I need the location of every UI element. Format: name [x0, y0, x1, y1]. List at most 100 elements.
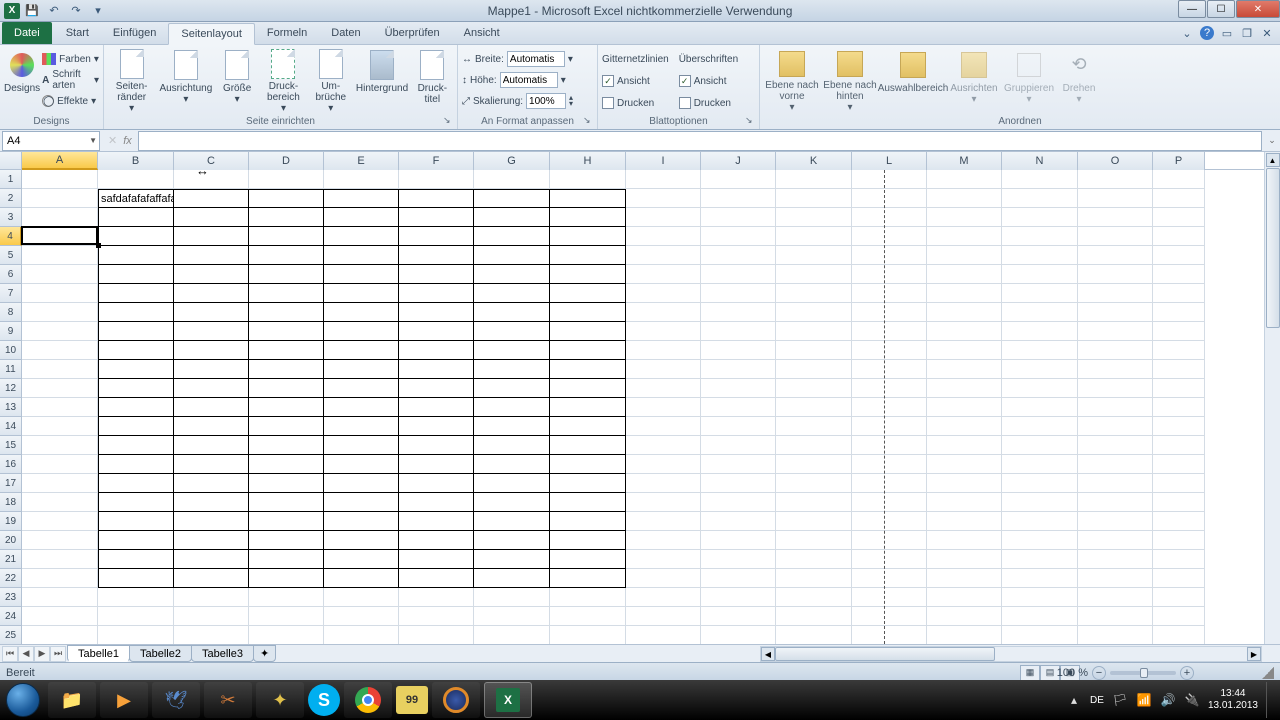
row-header-17[interactable]: 17	[0, 474, 22, 493]
clock[interactable]: 13:44 13.01.2013	[1208, 688, 1258, 712]
col-header-D[interactable]: D	[249, 152, 324, 170]
hoehe-input[interactable]	[500, 72, 558, 88]
new-sheet-button[interactable]: ✦	[253, 645, 276, 662]
chrome-taskbar-icon[interactable]	[344, 682, 392, 718]
row-header-19[interactable]: 19	[0, 512, 22, 531]
ueber-drucken-checkbox[interactable]	[679, 97, 691, 109]
cell-B2[interactable]: safdafafafaffafafa	[98, 189, 174, 208]
sheet-nav-prev[interactable]: ◀	[18, 646, 34, 662]
col-header-A[interactable]: A	[22, 152, 98, 170]
sheet-nav-next[interactable]: ▶	[34, 646, 50, 662]
start-button[interactable]	[0, 680, 46, 720]
effekte-button[interactable]: ◯Effekte ▾	[42, 91, 99, 111]
name-box[interactable]: A4▼	[2, 131, 100, 151]
skype-taskbar-icon[interactable]: S	[308, 684, 340, 716]
skalierung-input[interactable]	[526, 93, 566, 109]
hscroll-right[interactable]: ▶	[1247, 647, 1261, 661]
row-header-3[interactable]: 3	[0, 208, 22, 227]
minimize-ribbon-icon[interactable]: ⌄	[1180, 26, 1194, 40]
col-header-N[interactable]: N	[1002, 152, 1078, 170]
row-header-2[interactable]: 2	[0, 189, 22, 208]
groesse-button[interactable]: Größe▾	[216, 47, 257, 113]
row-header-23[interactable]: 23	[0, 588, 22, 607]
row-header-25[interactable]: 25	[0, 626, 22, 644]
col-header-P[interactable]: P	[1153, 152, 1205, 170]
auswahlbereich-button[interactable]: Auswahlbereich	[880, 47, 946, 113]
maximize-button[interactable]: ☐	[1207, 0, 1235, 18]
col-header-J[interactable]: J	[701, 152, 776, 170]
tray-expand-icon[interactable]: ▴	[1066, 692, 1082, 708]
row-header-5[interactable]: 5	[0, 246, 22, 265]
breite-input[interactable]	[507, 51, 565, 67]
help-icon[interactable]: ?	[1200, 26, 1214, 40]
col-header-G[interactable]: G	[474, 152, 550, 170]
explorer-taskbar-icon[interactable]: 📁	[48, 682, 96, 718]
minimize-button[interactable]: —	[1178, 0, 1206, 18]
row-header-24[interactable]: 24	[0, 607, 22, 626]
seitenraender-button[interactable]: Seiten- ränder▾	[108, 47, 155, 113]
vscroll-thumb[interactable]	[1266, 168, 1280, 328]
vertical-scrollbar[interactable]: ▲ ▼	[1264, 152, 1280, 662]
power-icon[interactable]: 🔌	[1184, 692, 1200, 708]
fill-handle[interactable]	[96, 243, 101, 248]
sheet-nav-last[interactable]: ⏭	[50, 646, 66, 662]
undo-icon[interactable]: ↶	[44, 2, 64, 20]
worksheet-grid[interactable]: ABCDEFGHIJKLMNOP 12safdafafafaffafafa345…	[0, 152, 1280, 644]
select-all-corner[interactable]	[0, 152, 22, 169]
col-header-E[interactable]: E	[324, 152, 399, 170]
qat-customize-icon[interactable]: ▾	[88, 2, 108, 20]
col-header-O[interactable]: O	[1078, 152, 1153, 170]
col-header-M[interactable]: M	[927, 152, 1002, 170]
row-header-11[interactable]: 11	[0, 360, 22, 379]
sheet-nav-first[interactable]: ⏮	[2, 646, 18, 662]
row-header-20[interactable]: 20	[0, 531, 22, 550]
col-header-C[interactable]: C	[174, 152, 249, 170]
fx-icon[interactable]: fx	[123, 135, 132, 147]
volume-icon[interactable]: 🔊	[1160, 692, 1176, 708]
dialog-launcher-format[interactable]: ↘	[583, 115, 595, 127]
excel-taskbar-icon[interactable]: X	[484, 682, 532, 718]
row-header-12[interactable]: 12	[0, 379, 22, 398]
restore-icon[interactable]: ❐	[1240, 26, 1254, 40]
row-header-4[interactable]: 4	[0, 227, 22, 246]
snipping-taskbar-icon[interactable]: ✂	[204, 682, 252, 718]
sheet-tab-2[interactable]: Tabelle2	[129, 645, 192, 662]
file-tab[interactable]: Datei	[2, 22, 52, 44]
action-center-icon[interactable]: 🏳	[1112, 692, 1128, 708]
sheet-tab-1[interactable]: Tabelle1	[67, 645, 130, 662]
row-header-16[interactable]: 16	[0, 455, 22, 474]
network-icon[interactable]: 📶	[1136, 692, 1152, 708]
col-header-L[interactable]: L	[852, 152, 927, 170]
hintergrund-button[interactable]: Hintergrund	[354, 47, 409, 113]
gitter-drucken-checkbox[interactable]	[602, 97, 614, 109]
zoom-level[interactable]: 100 %	[1057, 667, 1088, 679]
row-header-15[interactable]: 15	[0, 436, 22, 455]
scroll-up-button[interactable]: ▲	[1266, 153, 1280, 167]
media-player-taskbar-icon[interactable]: ▶	[100, 682, 148, 718]
row-header-1[interactable]: 1	[0, 170, 22, 189]
ebene-vorne-button[interactable]: Ebene nach vorne▾	[764, 47, 820, 113]
zoom-in-button[interactable]: +	[1180, 666, 1194, 680]
row-header-22[interactable]: 22	[0, 569, 22, 588]
hscroll-thumb[interactable]	[775, 647, 995, 661]
resize-grip-icon[interactable]	[1262, 667, 1274, 679]
ueber-ansicht-checkbox[interactable]: ✓	[679, 75, 691, 87]
zoom-slider[interactable]	[1110, 671, 1176, 675]
thunderbird-taskbar-icon[interactable]: 🕊	[152, 682, 200, 718]
formula-input[interactable]	[138, 131, 1262, 151]
designs-button[interactable]: Designs	[4, 47, 40, 113]
app2-taskbar-icon[interactable]: 99	[396, 686, 428, 714]
horizontal-scrollbar[interactable]: ◀ ▶	[760, 646, 1262, 662]
row-header-8[interactable]: 8	[0, 303, 22, 322]
language-indicator[interactable]: DE	[1090, 695, 1104, 706]
view-normal-button[interactable]: ▦	[1020, 665, 1040, 681]
umbrueche-button[interactable]: Um- brüche▾	[309, 47, 352, 113]
tab-seitenlayout[interactable]: Seitenlayout	[168, 23, 255, 45]
tab-ansicht[interactable]: Ansicht	[452, 22, 512, 44]
col-header-B[interactable]: B	[98, 152, 174, 170]
col-header-H[interactable]: H	[550, 152, 626, 170]
save-icon[interactable]: 💾	[22, 2, 42, 20]
row-header-14[interactable]: 14	[0, 417, 22, 436]
row-header-7[interactable]: 7	[0, 284, 22, 303]
gitter-ansicht-checkbox[interactable]: ✓	[602, 75, 614, 87]
